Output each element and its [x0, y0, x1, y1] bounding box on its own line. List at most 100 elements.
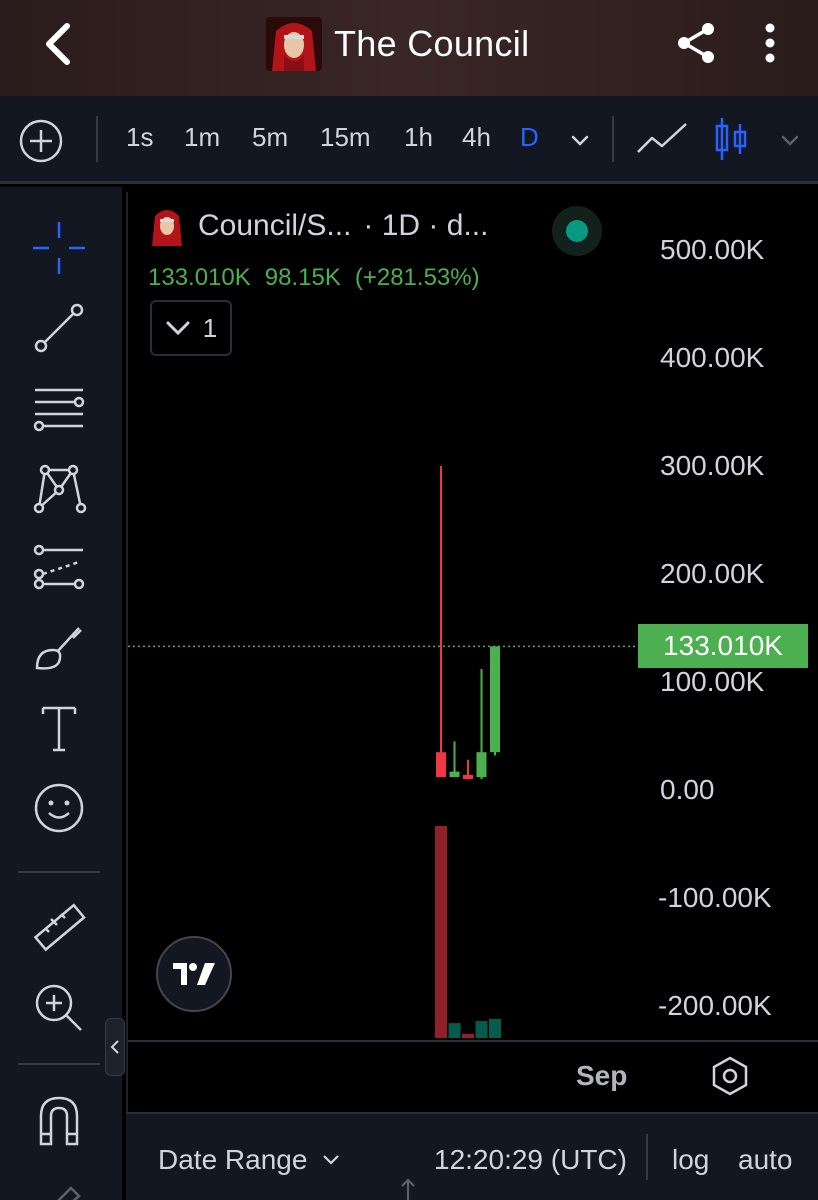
- more-vertical-icon: [765, 23, 775, 63]
- timeframe-4h[interactable]: 4h: [462, 122, 491, 153]
- brush-tool[interactable]: [24, 613, 94, 683]
- pattern-tool[interactable]: [24, 453, 94, 523]
- chart-area[interactable]: Council/S... · 1D · d... 133.010K 98.15K…: [126, 192, 818, 1112]
- plus-circle-icon: [19, 119, 63, 163]
- y-axis-tick-label: 0.00: [660, 774, 715, 805]
- bottom-bar-divider: [646, 1134, 648, 1180]
- volume-bar: [448, 1023, 461, 1038]
- ruler-icon: [33, 903, 86, 952]
- projection-tool[interactable]: [24, 533, 94, 603]
- trend-line-icon: [34, 303, 84, 353]
- candle-body: [449, 771, 460, 778]
- toolbar-divider: [612, 116, 614, 162]
- log-scale-toggle[interactable]: log: [672, 1144, 709, 1176]
- ruler-tool[interactable]: [24, 893, 94, 963]
- y-axis-tick-label: 400.00K: [660, 342, 765, 373]
- legend-change-pct: (+281.53%): [354, 264, 480, 291]
- candle-body: [463, 774, 473, 780]
- chart-type-dropdown-button[interactable]: [776, 126, 804, 154]
- volume-bar: [489, 1018, 501, 1038]
- timeframe-d[interactable]: D: [520, 122, 539, 153]
- line-chart-button[interactable]: [634, 114, 690, 164]
- y-axis-tick-label: -100.00K: [658, 882, 772, 913]
- candle: [449, 741, 460, 778]
- x-axis-label-sep: Sep: [576, 1060, 628, 1091]
- timeframe-1s[interactable]: 1s: [126, 122, 153, 153]
- x-axis[interactable]: Sep: [128, 1040, 818, 1112]
- bottom-bar: Date Range 12:20:29 (UTC) log auto: [126, 1112, 818, 1200]
- line-chart-icon: [637, 123, 687, 153]
- pencil-icon: [57, 1186, 81, 1200]
- market-status-indicator[interactable]: [552, 206, 602, 256]
- candlestick-icon: [715, 118, 747, 160]
- chart-settings-button[interactable]: [708, 1054, 752, 1098]
- toolbar-divider: [96, 116, 98, 162]
- pencil-tool[interactable]: [24, 1165, 94, 1200]
- projection-icon: [33, 544, 85, 590]
- collapse-sidebar-button[interactable]: [105, 1018, 125, 1076]
- chevron-down-icon: [571, 135, 589, 146]
- candle-body: [436, 752, 446, 778]
- legend-interval: · 1D · d...: [363, 209, 489, 242]
- date-range-button[interactable]: Date Range: [158, 1144, 341, 1176]
- timeframe-5m[interactable]: 5m: [252, 122, 288, 153]
- candle: [436, 466, 446, 778]
- legend-values: 133.010K 98.15K (+281.53%): [148, 264, 480, 292]
- timeframe-dropdown-button[interactable]: [566, 126, 594, 154]
- candle: [476, 669, 487, 780]
- chart-toolbar: 1s 1m 5m 15m 1h 4h D: [0, 96, 818, 184]
- tradingview-icon: [173, 963, 215, 985]
- tradingview-logo[interactable]: [156, 936, 232, 1012]
- zoom-in-tool[interactable]: [24, 973, 94, 1043]
- zoom-in-icon: [35, 984, 82, 1031]
- symbol-legend[interactable]: Council/S... · 1D · d...: [148, 206, 488, 246]
- add-indicator-button[interactable]: [18, 118, 64, 164]
- y-axis-tick-label: 500.00K: [660, 234, 765, 265]
- timeframe-15m[interactable]: 15m: [320, 122, 371, 153]
- text-tool[interactable]: [24, 693, 94, 763]
- y-axis-tick-label: 200.00K: [660, 558, 765, 589]
- legend-change: 98.15K: [264, 264, 341, 291]
- text-icon: [41, 706, 77, 752]
- y-axis-tick-label: 300.00K: [660, 450, 765, 481]
- indicator-count: 1: [202, 312, 218, 343]
- crosshair-tool[interactable]: [24, 213, 94, 283]
- chevron-left-icon: [110, 1040, 119, 1054]
- utc-clock[interactable]: 12:20:29 (UTC): [434, 1144, 627, 1176]
- back-button[interactable]: [38, 20, 78, 68]
- candle-body: [476, 752, 487, 778]
- volume-bar: [435, 826, 447, 1038]
- y-axis-tick-label: -200.00K: [658, 990, 772, 1021]
- fib-levels-tool[interactable]: [24, 373, 94, 443]
- emoji-tool[interactable]: [24, 773, 94, 843]
- app-header: The Council: [0, 0, 818, 96]
- share-button[interactable]: [672, 18, 722, 68]
- legend-symbol: Council/S...: [198, 209, 352, 242]
- brush-icon: [35, 627, 82, 670]
- chevron-down-icon: [323, 1155, 340, 1165]
- candle-body: [490, 646, 500, 753]
- timeframe-1h[interactable]: 1h: [404, 122, 433, 153]
- magnet-tool[interactable]: [24, 1085, 94, 1155]
- page-title: The Council: [334, 23, 530, 64]
- settings-hexagon-icon: [712, 1056, 748, 1096]
- candlestick-chart-button[interactable]: [712, 114, 752, 164]
- arrow-up-icon[interactable]: [398, 1176, 418, 1200]
- back-arrow-icon: [46, 23, 70, 65]
- drawing-tools-sidebar: [0, 187, 125, 1200]
- trend-line-tool[interactable]: [24, 293, 94, 363]
- timeframe-1m[interactable]: 1m: [184, 122, 220, 153]
- sidebar-divider: [18, 871, 100, 873]
- legend-price: 133.010K: [148, 264, 251, 291]
- collapse-legend-button[interactable]: 1: [150, 300, 232, 356]
- chevron-down-icon: [781, 135, 799, 146]
- status-dot: [566, 220, 588, 242]
- fib-levels-icon: [33, 388, 85, 432]
- candle: [463, 759, 473, 780]
- more-options-button[interactable]: [752, 18, 788, 68]
- pattern-icon: [33, 464, 87, 514]
- emoji-icon: [34, 783, 84, 833]
- auto-scale-toggle[interactable]: auto: [738, 1144, 793, 1176]
- candle: [490, 646, 500, 756]
- magnet-icon: [39, 1096, 79, 1146]
